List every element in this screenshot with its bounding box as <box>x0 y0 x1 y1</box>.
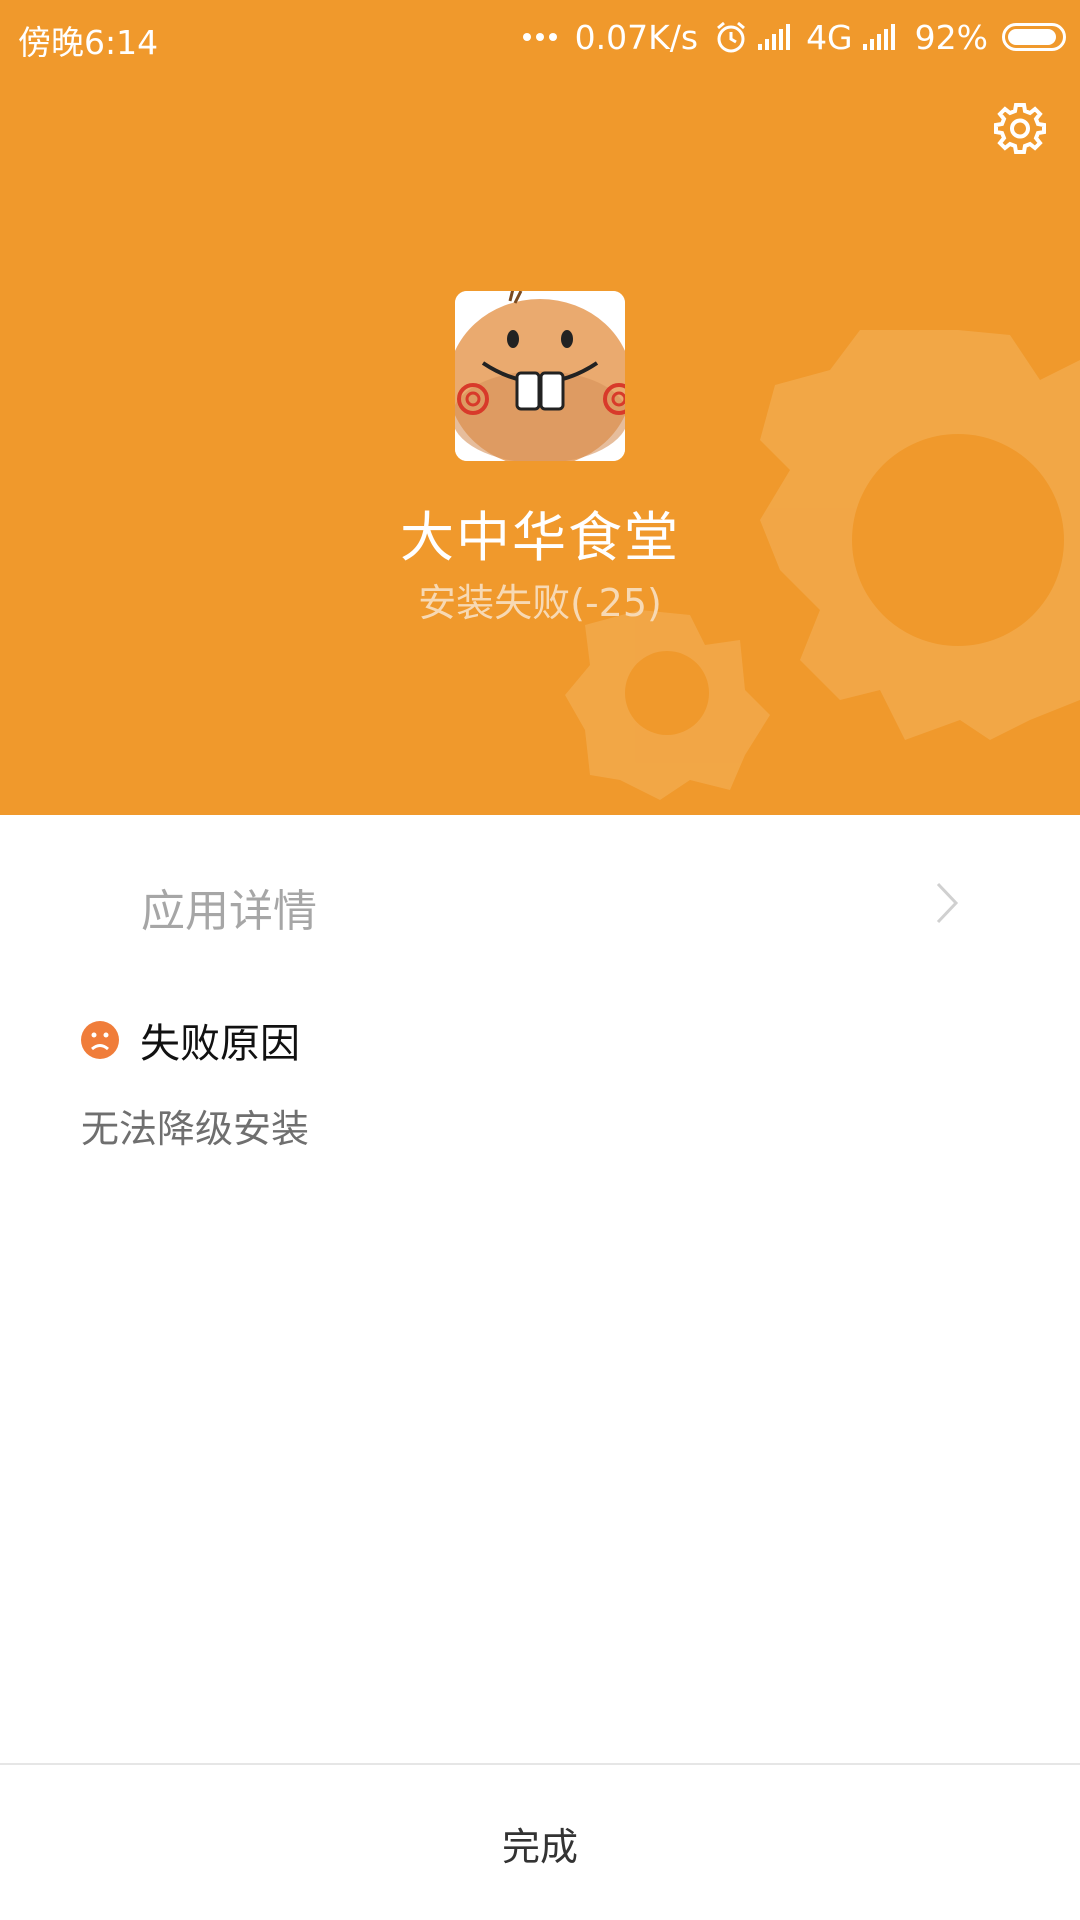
signal-icon <box>758 24 791 50</box>
header: 傍晚6:14 0.07K/s 4G 92% 大中华食堂 安装失败(-25) <box>0 0 1080 815</box>
status-time: 傍晚6:14 <box>18 23 159 62</box>
app-icon <box>455 291 625 461</box>
settings-button[interactable] <box>988 96 1052 160</box>
network-type: 4G <box>806 17 853 57</box>
app-icon-image <box>455 291 625 461</box>
failure-reason-label: 失败原因 <box>140 1021 300 1067</box>
failure-reason-detail: 无法降级安装 <box>81 1107 310 1151</box>
alarm-icon <box>717 21 746 53</box>
failure-reason-title: 失败原因 <box>80 1015 300 1067</box>
bottom-bar: 完成 <box>0 1763 1080 1920</box>
done-button[interactable]: 完成 <box>0 1765 1080 1920</box>
battery-percent: 92% <box>914 17 988 57</box>
app-details-row[interactable]: 应用详情 <box>0 853 1080 953</box>
more-dots-icon <box>522 33 557 41</box>
net-speed: 0.07K/s <box>574 17 699 57</box>
app-name: 大中华食堂 <box>400 506 680 569</box>
install-result-screen: 傍晚6:14 0.07K/s 4G 92% 大中华食堂 安装失败(-25) 应用… <box>0 0 1080 1920</box>
battery-icon <box>1002 23 1066 51</box>
signal-icon <box>862 24 895 50</box>
chevron-right-icon <box>936 882 959 924</box>
app-details-label: 应用详情 <box>141 886 317 937</box>
install-status: 安装失败(-25) <box>418 581 662 625</box>
gear-icon <box>994 103 1046 154</box>
status-indicators: 0.07K/s 4G 92% <box>522 14 1066 60</box>
status-bar: 傍晚6:14 0.07K/s 4G 92% <box>0 0 1080 74</box>
sad-face-icon <box>81 1021 119 1059</box>
